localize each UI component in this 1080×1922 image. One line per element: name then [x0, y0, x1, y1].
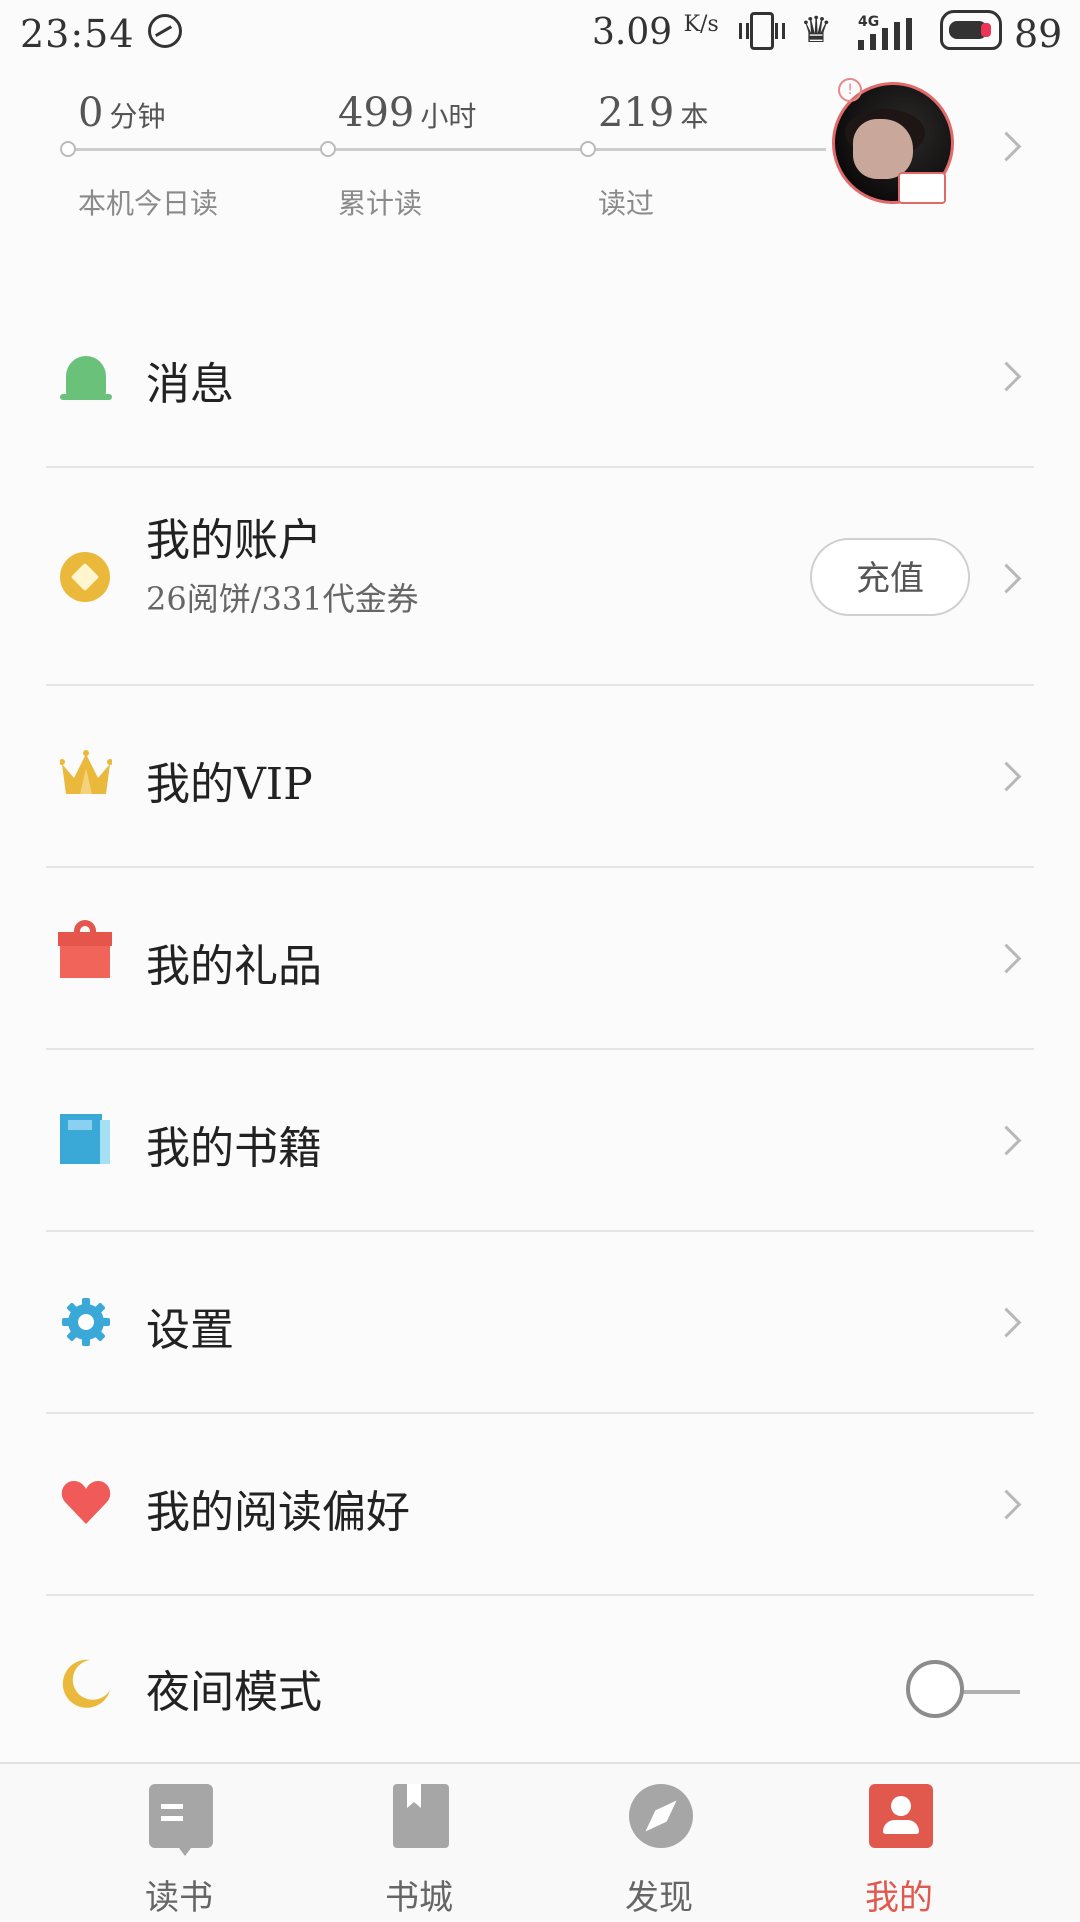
battery-level: 89 — [1014, 12, 1063, 56]
reading-stats-header[interactable]: 0 分钟 本机今日读 499 小时 累计读 219 本 读过 — [0, 68, 1080, 238]
bell-icon — [60, 352, 112, 404]
timeline-dot — [60, 141, 76, 157]
compass-icon — [629, 1784, 693, 1848]
stat-today: 0 分钟 本机今日读 — [78, 90, 218, 220]
coin-icon — [60, 552, 112, 604]
menu-item-books[interactable]: 我的书籍 — [0, 1050, 1080, 1232]
stat-total-unit: 小时 — [420, 100, 477, 133]
reader-book-badge-icon — [898, 172, 946, 204]
network-speed: 3.09 K/s — [592, 12, 719, 53]
stats-timeline — [66, 148, 826, 151]
chevron-right-icon — [991, 761, 1022, 792]
nav-label: 读书 — [145, 1878, 213, 1918]
moon-icon — [60, 1656, 112, 1708]
account-balance: 26阅饼/331代金券 — [146, 580, 419, 618]
chevron-right-icon — [991, 563, 1022, 594]
stat-total-label: 累计读 — [338, 187, 423, 220]
menu-item-label: 我的账户 — [146, 515, 322, 566]
menu-item-settings[interactable]: 设置 — [0, 1232, 1080, 1414]
menu-item-night-mode[interactable]: 夜间模式 — [0, 1596, 1080, 1772]
crown-status-icon: ♛ — [800, 10, 833, 51]
stat-total-value: 499 — [338, 90, 415, 136]
nav-item-bookstore[interactable]: 书城 — [284, 1764, 554, 1922]
menu-item-label: 我的阅读偏好 — [146, 1487, 410, 1538]
menu-item-account[interactable]: 我的账户 26阅饼/331代金券 充值 — [0, 468, 1080, 686]
network-speed-unit: K/s — [683, 12, 719, 37]
stat-today-label: 本机今日读 — [78, 187, 219, 220]
menu-item-label: 夜间模式 — [146, 1667, 322, 1718]
menu-list: 消息 我的账户 26阅饼/331代金券 充值 我的VIP 我的礼品 我的书籍 设… — [0, 286, 1080, 1772]
recharge-button[interactable]: 充值 — [810, 538, 970, 616]
heart-icon — [60, 1476, 112, 1528]
menu-item-label: 设置 — [146, 1305, 234, 1356]
status-bar: 23:54 3.09 K/s ♛ 4G 89 — [0, 0, 1080, 68]
night-mode-toggle[interactable] — [906, 1660, 1020, 1724]
menu-item-label: 我的礼品 — [146, 941, 322, 992]
chevron-right-icon — [991, 1307, 1022, 1338]
stat-books: 219 本 读过 — [598, 90, 709, 220]
stat-total: 499 小时 累计读 — [338, 90, 477, 220]
chevron-right-icon — [991, 1489, 1022, 1520]
nav-item-me[interactable]: 我的 — [764, 1764, 1034, 1922]
chevron-right-icon — [991, 943, 1022, 974]
menu-item-label: 我的VIP — [146, 759, 313, 810]
stat-today-unit: 分钟 — [109, 100, 166, 133]
menu-item-vip[interactable]: 我的VIP — [0, 686, 1080, 868]
book-icon — [60, 1114, 112, 1166]
menu-item-label: 我的书籍 — [146, 1123, 322, 1174]
crown-icon — [60, 748, 112, 800]
stat-books-label: 读过 — [598, 187, 655, 220]
vibrate-icon — [739, 12, 785, 50]
nav-label: 发现 — [625, 1878, 693, 1918]
nav-item-read[interactable]: 读书 — [44, 1764, 314, 1922]
status-time: 23:54 — [20, 12, 135, 56]
info-badge-icon: ! — [838, 78, 862, 102]
menu-item-reading-preferences[interactable]: 我的阅读偏好 — [0, 1414, 1080, 1596]
gallery-notification-icon — [148, 14, 182, 48]
nav-label: 书城 — [385, 1878, 453, 1918]
battery-icon — [940, 10, 1002, 50]
stat-books-value: 219 — [598, 90, 675, 136]
bookmark-book-icon — [393, 1784, 449, 1848]
gift-icon — [58, 920, 112, 982]
book-open-icon — [149, 1784, 213, 1856]
nav-label: 我的 — [865, 1878, 933, 1918]
menu-item-gifts[interactable]: 我的礼品 — [0, 868, 1080, 1050]
chevron-right-icon — [991, 361, 1022, 392]
user-icon — [869, 1784, 933, 1848]
timeline-dot — [320, 141, 336, 157]
timeline-dot — [580, 141, 596, 157]
gear-icon — [60, 1296, 112, 1348]
stat-today-value: 0 — [78, 90, 104, 136]
stat-books-unit: 本 — [680, 100, 709, 133]
menu-item-label: 消息 — [146, 359, 234, 410]
chevron-right-icon — [991, 1125, 1022, 1156]
nav-item-discover[interactable]: 发现 — [524, 1764, 794, 1922]
menu-item-messages[interactable]: 消息 — [0, 286, 1080, 468]
bottom-navigation: 读书 书城 发现 我的 — [0, 1762, 1080, 1922]
signal-icon — [858, 18, 914, 50]
